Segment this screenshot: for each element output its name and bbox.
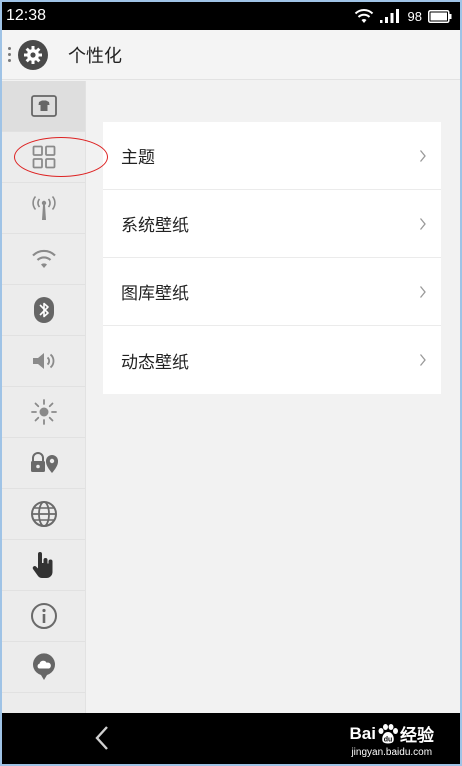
menu-item-label: 系统壁纸 [121, 216, 189, 236]
status-icons: 98 [354, 8, 452, 24]
brightness-icon [30, 399, 57, 425]
info-icon [30, 603, 57, 629]
watermark-url: jingyan.baidu.com [351, 747, 433, 758]
baidu-jingyan-watermark: Bai du 经验 jingyan.baidu.com [350, 721, 434, 758]
page-title: 个性化 [68, 45, 122, 67]
sidebar-item-mobile-network[interactable] [2, 183, 85, 234]
tshirt-icon [30, 95, 57, 117]
battery-level: 98 [407, 8, 422, 24]
baidu-paw-icon: du [378, 723, 398, 743]
chevron-right-icon [419, 217, 426, 230]
antenna-icon [31, 195, 56, 220]
status-bar: 12:38 98 [2, 2, 460, 30]
cloud-icon [32, 653, 55, 680]
back-icon[interactable] [94, 725, 110, 751]
menu-item-system-wallpaper[interactable]: 系统壁纸 [103, 190, 441, 258]
sidebar-item-gestures[interactable] [2, 540, 85, 591]
sidebar-item-sound[interactable] [2, 336, 85, 387]
hand-icon [32, 552, 52, 578]
watermark-suffix: 经验 [400, 726, 434, 745]
battery-icon [428, 9, 452, 23]
menu-item-theme[interactable]: 主题 [103, 122, 441, 190]
globe-icon [30, 501, 57, 527]
sidebar-item-bluetooth[interactable] [2, 285, 85, 336]
cell-signal-icon [379, 9, 399, 23]
annotation-ellipse [14, 137, 108, 177]
chevron-right-icon [419, 285, 426, 298]
sidebar-item-about[interactable] [2, 591, 85, 642]
settings-gear-icon[interactable] [18, 39, 48, 70]
header: 个性化 [2, 30, 460, 80]
sidebar-item-language[interactable] [2, 489, 85, 540]
menu-item-live-wallpaper[interactable]: 动态壁纸 [103, 326, 441, 394]
chevron-right-icon [419, 354, 426, 366]
sidebar-item-display[interactable] [2, 387, 85, 438]
bluetooth-icon [33, 297, 54, 323]
menu-item-label: 主题 [121, 148, 155, 168]
speaker-icon [32, 353, 54, 369]
sidebar-item-wifi[interactable] [2, 234, 85, 285]
sidebar-item-security-location[interactable] [2, 438, 85, 489]
wifi-icon [31, 249, 56, 268]
sidebar-item-cloud[interactable] [2, 642, 85, 693]
chevron-right-icon [419, 149, 426, 162]
sidebar-item-personalization-home[interactable] [2, 81, 85, 132]
overflow-menu-icon[interactable] [2, 30, 16, 80]
menu-item-label: 图库壁纸 [121, 284, 189, 304]
menu-item-label: 动态壁纸 [121, 352, 189, 373]
wifi-signal-icon [354, 9, 373, 23]
lock-location-icon [30, 452, 58, 473]
watermark-brand: Bai [349, 723, 376, 743]
watermark-brand2: du [384, 736, 393, 743]
status-time: 12:38 [6, 7, 47, 24]
navigation-bar: Bai du 经验 jingyan.baidu.com [2, 713, 460, 764]
menu-item-gallery-wallpaper[interactable]: 图库壁纸 [103, 258, 441, 326]
personalization-menu: 主题 系统壁纸 图库壁纸 动态壁纸 [103, 122, 441, 394]
